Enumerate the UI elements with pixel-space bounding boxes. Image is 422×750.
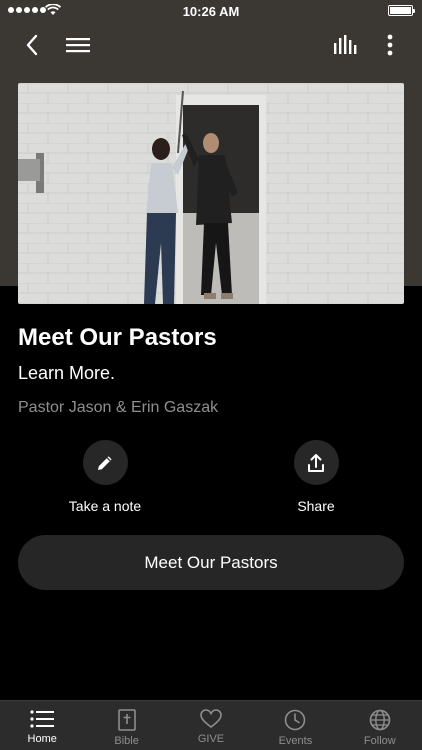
tab-events-label: Events (278, 735, 313, 747)
back-button[interactable] (18, 31, 46, 59)
tab-follow-label: Follow (363, 735, 396, 747)
tab-give-label: GIVE (197, 733, 225, 745)
status-bar: 10:26 AM (0, 0, 422, 22)
clock-icon (285, 709, 306, 731)
share-label: Share (297, 498, 335, 514)
tab-give[interactable]: GIVE (169, 701, 253, 750)
tab-home-label: Home (27, 733, 57, 745)
hero-image (18, 83, 404, 304)
equalizer-icon (334, 35, 357, 54)
more-options-button[interactable] (376, 31, 404, 59)
tab-bible-label: Bible (114, 735, 139, 747)
subtitle: Learn More. (18, 363, 116, 383)
meet-our-pastors-button[interactable]: Meet Our Pastors (18, 535, 404, 590)
globe-icon (369, 709, 391, 731)
status-time: 10:26 AM (182, 4, 240, 19)
pencil-icon (98, 455, 112, 470)
bible-icon (117, 709, 136, 731)
tab-follow[interactable]: Follow (338, 701, 422, 750)
menu-button[interactable] (64, 31, 92, 59)
page-title: Meet Our Pastors (18, 324, 217, 351)
vertical-ellipsis-icon (387, 34, 393, 56)
tab-home[interactable]: Home (0, 701, 84, 750)
heart-icon (200, 709, 222, 729)
speaker-name: Pastor Jason & Erin Gaszak (18, 399, 219, 416)
take-note-label: Take a note (68, 498, 142, 514)
share-icon (308, 453, 324, 472)
action-row: Take a note Share (0, 440, 422, 520)
share-button[interactable]: Share (251, 440, 381, 514)
take-note-button[interactable]: Take a note (40, 440, 170, 514)
take-note-circle[interactable] (82, 440, 128, 485)
tab-events[interactable]: Events (253, 701, 337, 750)
content-section: Meet Our Pastors Learn More. Pastor Jaso… (18, 322, 404, 420)
battery-icon (388, 5, 415, 16)
share-circle[interactable] (293, 440, 339, 485)
tab-bar: Home Bible GIVE Events Follow (0, 700, 422, 750)
list-icon (30, 710, 55, 728)
hamburger-icon (66, 38, 90, 53)
audio-button[interactable] (331, 31, 359, 59)
chevron-left-icon (26, 34, 38, 56)
tab-bible[interactable]: Bible (84, 701, 168, 750)
